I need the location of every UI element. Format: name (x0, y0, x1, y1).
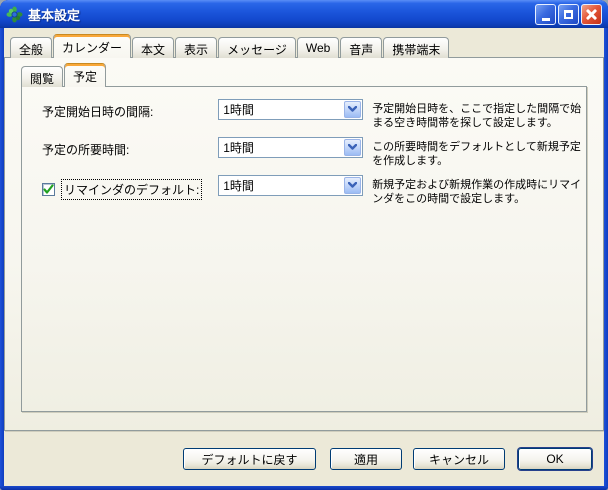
tab-body[interactable]: 本文 (132, 37, 174, 58)
start-interval-select[interactable]: 1時間 (218, 99, 363, 120)
start-interval-description: 予定開始日時を、ここで指定した間隔で始まる空き時間帯を探して設定します。 (372, 99, 586, 130)
tab-display[interactable]: 表示 (175, 37, 217, 58)
tab-voice[interactable]: 音声 (340, 37, 382, 58)
minimize-button[interactable] (535, 4, 556, 25)
dialog-client-area: 全般 カレンダー 本文 表示 メッセージ Web 音声 携帯端末 閲覧 予定 予… (0, 28, 608, 486)
calendar-tab-page: 閲覧 予定 予定開始日時の間隔: 1時間 予定開始日時を、ここで (4, 57, 604, 431)
minimize-icon (542, 18, 550, 21)
ok-button[interactable]: OK (518, 448, 592, 470)
window-frame-right (604, 28, 608, 490)
cancel-button[interactable]: キャンセル (413, 448, 505, 470)
tab-browse[interactable]: 閲覧 (21, 66, 63, 87)
app-flower-icon (6, 6, 23, 23)
start-interval-label: 予定開始日時の間隔: (42, 103, 153, 120)
tab-calendar[interactable]: カレンダー (53, 34, 131, 58)
schedule-settings-panel: 予定開始日時の間隔: 1時間 予定開始日時を、ここで指定した間隔で始まる空き時間… (21, 86, 587, 412)
window-title: 基本設定 (28, 5, 535, 24)
outer-tabstrip: 全般 カレンダー 本文 表示 メッセージ Web 音声 携帯端末 (4, 33, 604, 57)
reminder-default-value: 1時間 (219, 177, 343, 194)
tab-general[interactable]: 全般 (10, 37, 52, 58)
window-frame-left (0, 28, 4, 490)
setting-row-reminder: リマインダのデフォルト: 1時間 新規予定および新規作業の作成時にリマインダをこ… (22, 175, 586, 206)
inner-tabstrip: 閲覧 予定 (5, 58, 603, 86)
reminder-default-label[interactable]: リマインダのデフォルト: (61, 179, 202, 200)
duration-label: 予定の所要時間: (42, 141, 129, 158)
tab-message[interactable]: メッセージ (218, 37, 296, 58)
reminder-default-select[interactable]: 1時間 (218, 175, 363, 196)
apply-button[interactable]: 適用 (330, 448, 402, 470)
duration-select[interactable]: 1時間 (218, 137, 363, 158)
reminder-default-checkbox[interactable] (42, 183, 55, 196)
tab-web[interactable]: Web (297, 37, 339, 58)
dialog-footer: デフォルトに戻す 適用 キャンセル OK (4, 448, 604, 470)
start-interval-value: 1時間 (219, 101, 343, 118)
maximize-icon (564, 10, 573, 19)
tab-schedule[interactable]: 予定 (64, 63, 106, 87)
duration-description: この所要時間をデフォルトとして新規予定を作成します。 (372, 137, 586, 168)
close-button[interactable] (581, 4, 602, 25)
chevron-down-icon[interactable] (344, 139, 361, 156)
tab-mobile[interactable]: 携帯端末 (383, 37, 449, 58)
titlebar[interactable]: 基本設定 (0, 0, 608, 28)
chevron-down-icon[interactable] (344, 177, 361, 194)
window-frame-bottom (0, 486, 608, 490)
setting-row-duration: 予定の所要時間: 1時間 この所要時間をデフォルトとして新規予定を作成します。 (22, 137, 586, 168)
restore-defaults-button[interactable]: デフォルトに戻す (183, 448, 316, 470)
close-icon (586, 9, 597, 20)
preferences-dialog: 基本設定 全般 カレンダー 本文 表示 メッセージ Web 音声 携帯端末 閲覧… (0, 0, 608, 490)
check-icon (43, 184, 54, 195)
duration-value: 1時間 (219, 139, 343, 156)
setting-row-start-interval: 予定開始日時の間隔: 1時間 予定開始日時を、ここで指定した間隔で始まる空き時間… (22, 99, 586, 130)
maximize-button[interactable] (558, 4, 579, 25)
reminder-default-description: 新規予定および新規作業の作成時にリマインダをこの時間で設定します。 (372, 175, 586, 206)
chevron-down-icon[interactable] (344, 101, 361, 118)
